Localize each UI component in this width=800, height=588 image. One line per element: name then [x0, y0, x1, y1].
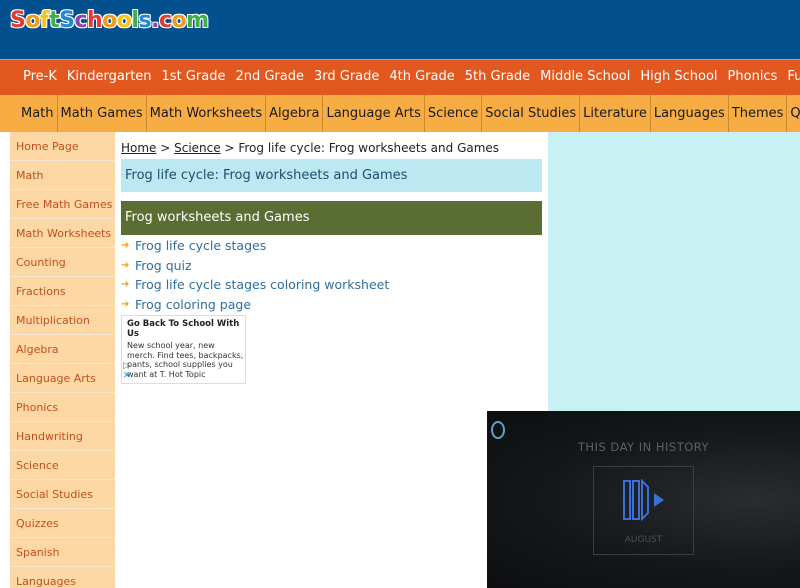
sidebar-item[interactable]: Math Worksheets	[10, 219, 115, 248]
worksheet-link[interactable]: Frog life cycle stages coloring workshee…	[135, 277, 389, 292]
arrow-right-icon: ➔	[121, 298, 130, 310]
list-item: ➔ Frog quiz	[121, 256, 389, 276]
sidebar-item[interactable]: Home Page	[10, 132, 115, 161]
ad-choices[interactable]: ▷ ✕	[123, 361, 133, 381]
video-heading: THIS DAY IN HISTORY	[577, 440, 710, 454]
arrow-right-icon: ➔	[121, 279, 130, 291]
breadcrumb-separator: >	[220, 141, 239, 155]
page-title: Frog life cycle: Frog worksheets and Gam…	[121, 159, 542, 192]
main-content: Home > Science > Frog life cycle: Frog w…	[115, 132, 548, 588]
subject-nav-link[interactable]: Themes	[727, 95, 787, 132]
list-item: ➔ Frog life cycle stages	[121, 236, 389, 256]
logo-letter: S	[59, 8, 76, 34]
subject-nav-bar: Math Math Games Math Worksheets Algebra Lang…	[0, 95, 800, 132]
breadcrumb-separator: >	[156, 141, 175, 155]
worksheet-link[interactable]: Frog life cycle stages	[135, 238, 266, 253]
list-item: ➔ Frog coloring page	[121, 295, 389, 315]
section-title: Frog worksheets and Games	[121, 201, 542, 235]
site-header: SoftSchools.com	[0, 0, 800, 59]
right-ad-panel	[548, 132, 800, 412]
logo-letter: c	[158, 8, 172, 34]
subject-nav-link[interactable]: Math	[0, 95, 57, 132]
grade-nav-link[interactable]: 2nd Grade	[230, 60, 309, 94]
sidebar-item[interactable]: Handwriting	[10, 422, 115, 451]
ad-choices-icon[interactable]: ▷	[123, 361, 133, 371]
sidebar-item[interactable]: Free Math Games	[10, 190, 115, 219]
sidebar-item[interactable]: Phonics	[10, 393, 115, 422]
softschools-logo[interactable]: SoftSchools.com	[9, 8, 210, 34]
worksheet-links-list: ➔ Frog life cycle stages ➔ Frog quiz ➔ Frog l…	[121, 236, 389, 314]
subject-nav-link[interactable]: Language Arts	[322, 95, 423, 132]
list-item: ➔ Frog life cycle stages coloring workshe…	[121, 275, 389, 295]
grade-nav-link[interactable]: Phonics	[723, 60, 783, 94]
breadcrumb-science-link[interactable]: Science	[174, 141, 221, 155]
sidebar-item[interactable]: Multiplication	[10, 306, 115, 335]
arrow-right-icon: ➔	[121, 240, 130, 252]
sidebar-item[interactable]: Science	[10, 451, 115, 480]
logo-letter: c	[74, 8, 88, 34]
subject-nav-link[interactable]: Math Games	[56, 95, 146, 132]
grade-nav-link[interactable]: 3rd Grade	[309, 60, 384, 94]
sidebar-item[interactable]: Algebra	[10, 335, 115, 364]
grade-nav-link[interactable]: High School	[635, 60, 722, 94]
logo-letter: o	[171, 8, 187, 34]
breadcrumb: Home > Science > Frog life cycle: Frog w…	[121, 141, 499, 155]
sidebar-item[interactable]: Language Arts	[10, 364, 115, 393]
logo-letter: s	[138, 8, 152, 34]
play-icon[interactable]	[620, 475, 670, 525]
video-thumbnail[interactable]: AUGUST	[593, 466, 694, 555]
subject-nav-link[interactable]: Quizzes	[786, 95, 800, 132]
subject-nav-link[interactable]: Science	[423, 95, 481, 132]
sidebar-item[interactable]: Fractions	[10, 277, 115, 306]
subject-nav-link[interactable]: Social Studies	[481, 95, 579, 132]
logo-letter: h	[86, 8, 103, 34]
grade-nav-link[interactable]: Fun Games	[782, 60, 800, 94]
sidebar-item[interactable]: Math	[10, 161, 115, 190]
logo-letter: .	[151, 8, 160, 34]
subject-nav-link[interactable]: Math Worksheets	[145, 95, 265, 132]
sidebar-item[interactable]: Languages	[10, 567, 115, 588]
logo-letter: S	[9, 8, 26, 34]
grade-nav-bar: Pre-K Kindergarten 1st Grade 2nd Grade 3rd G…	[0, 59, 800, 95]
ad-title: Go Back To School With Us	[127, 319, 240, 339]
logo-letter: m	[186, 8, 210, 34]
subject-nav-link[interactable]: Literature	[579, 95, 650, 132]
video-month-label: AUGUST	[624, 535, 663, 545]
logo-letter: o	[116, 8, 132, 34]
sidebar-item[interactable]: Social Studies	[10, 480, 115, 509]
subject-nav-link[interactable]: Languages	[649, 95, 728, 132]
logo-letter: o	[25, 8, 41, 34]
logo-letter: f	[39, 8, 50, 34]
breadcrumb-home-link[interactable]: Home	[121, 141, 156, 155]
grade-nav-link[interactable]: Pre-K	[0, 60, 62, 94]
grade-nav-link[interactable]: 5th Grade	[460, 60, 535, 94]
logo-letter: t	[49, 8, 61, 34]
breadcrumb-current: Frog life cycle: Frog worksheets and Gam…	[238, 141, 500, 155]
ad-close-icon[interactable]: ✕	[123, 371, 133, 381]
video-brand-icon	[491, 421, 505, 439]
arrow-right-icon: ➔	[121, 259, 130, 271]
grade-nav-link[interactable]: 1st Grade	[157, 60, 231, 94]
advertisement[interactable]: Go Back To School With Us New school yea…	[121, 315, 246, 384]
sidebar-item[interactable]: Spanish	[10, 538, 115, 567]
sidebar-item[interactable]: Counting	[10, 248, 115, 277]
logo-letter: o	[102, 8, 118, 34]
grade-nav-link[interactable]: Kindergarten	[62, 60, 157, 94]
ad-body: New school year, new merch. Find tees, b…	[127, 341, 244, 379]
worksheet-link[interactable]: Frog coloring page	[135, 297, 251, 312]
sidebar-nav: Home Page Math Free Math Games Math Workshe…	[10, 132, 115, 588]
subject-nav-link[interactable]: Algebra	[265, 95, 322, 132]
grade-nav-link[interactable]: Middle School	[535, 60, 635, 94]
video-player[interactable]: THIS DAY IN HISTORY AUGUST	[487, 411, 800, 588]
grade-nav-link[interactable]: 4th Grade	[384, 60, 459, 94]
sidebar-item[interactable]: Quizzes	[10, 509, 115, 538]
worksheet-link[interactable]: Frog quiz	[135, 258, 192, 273]
